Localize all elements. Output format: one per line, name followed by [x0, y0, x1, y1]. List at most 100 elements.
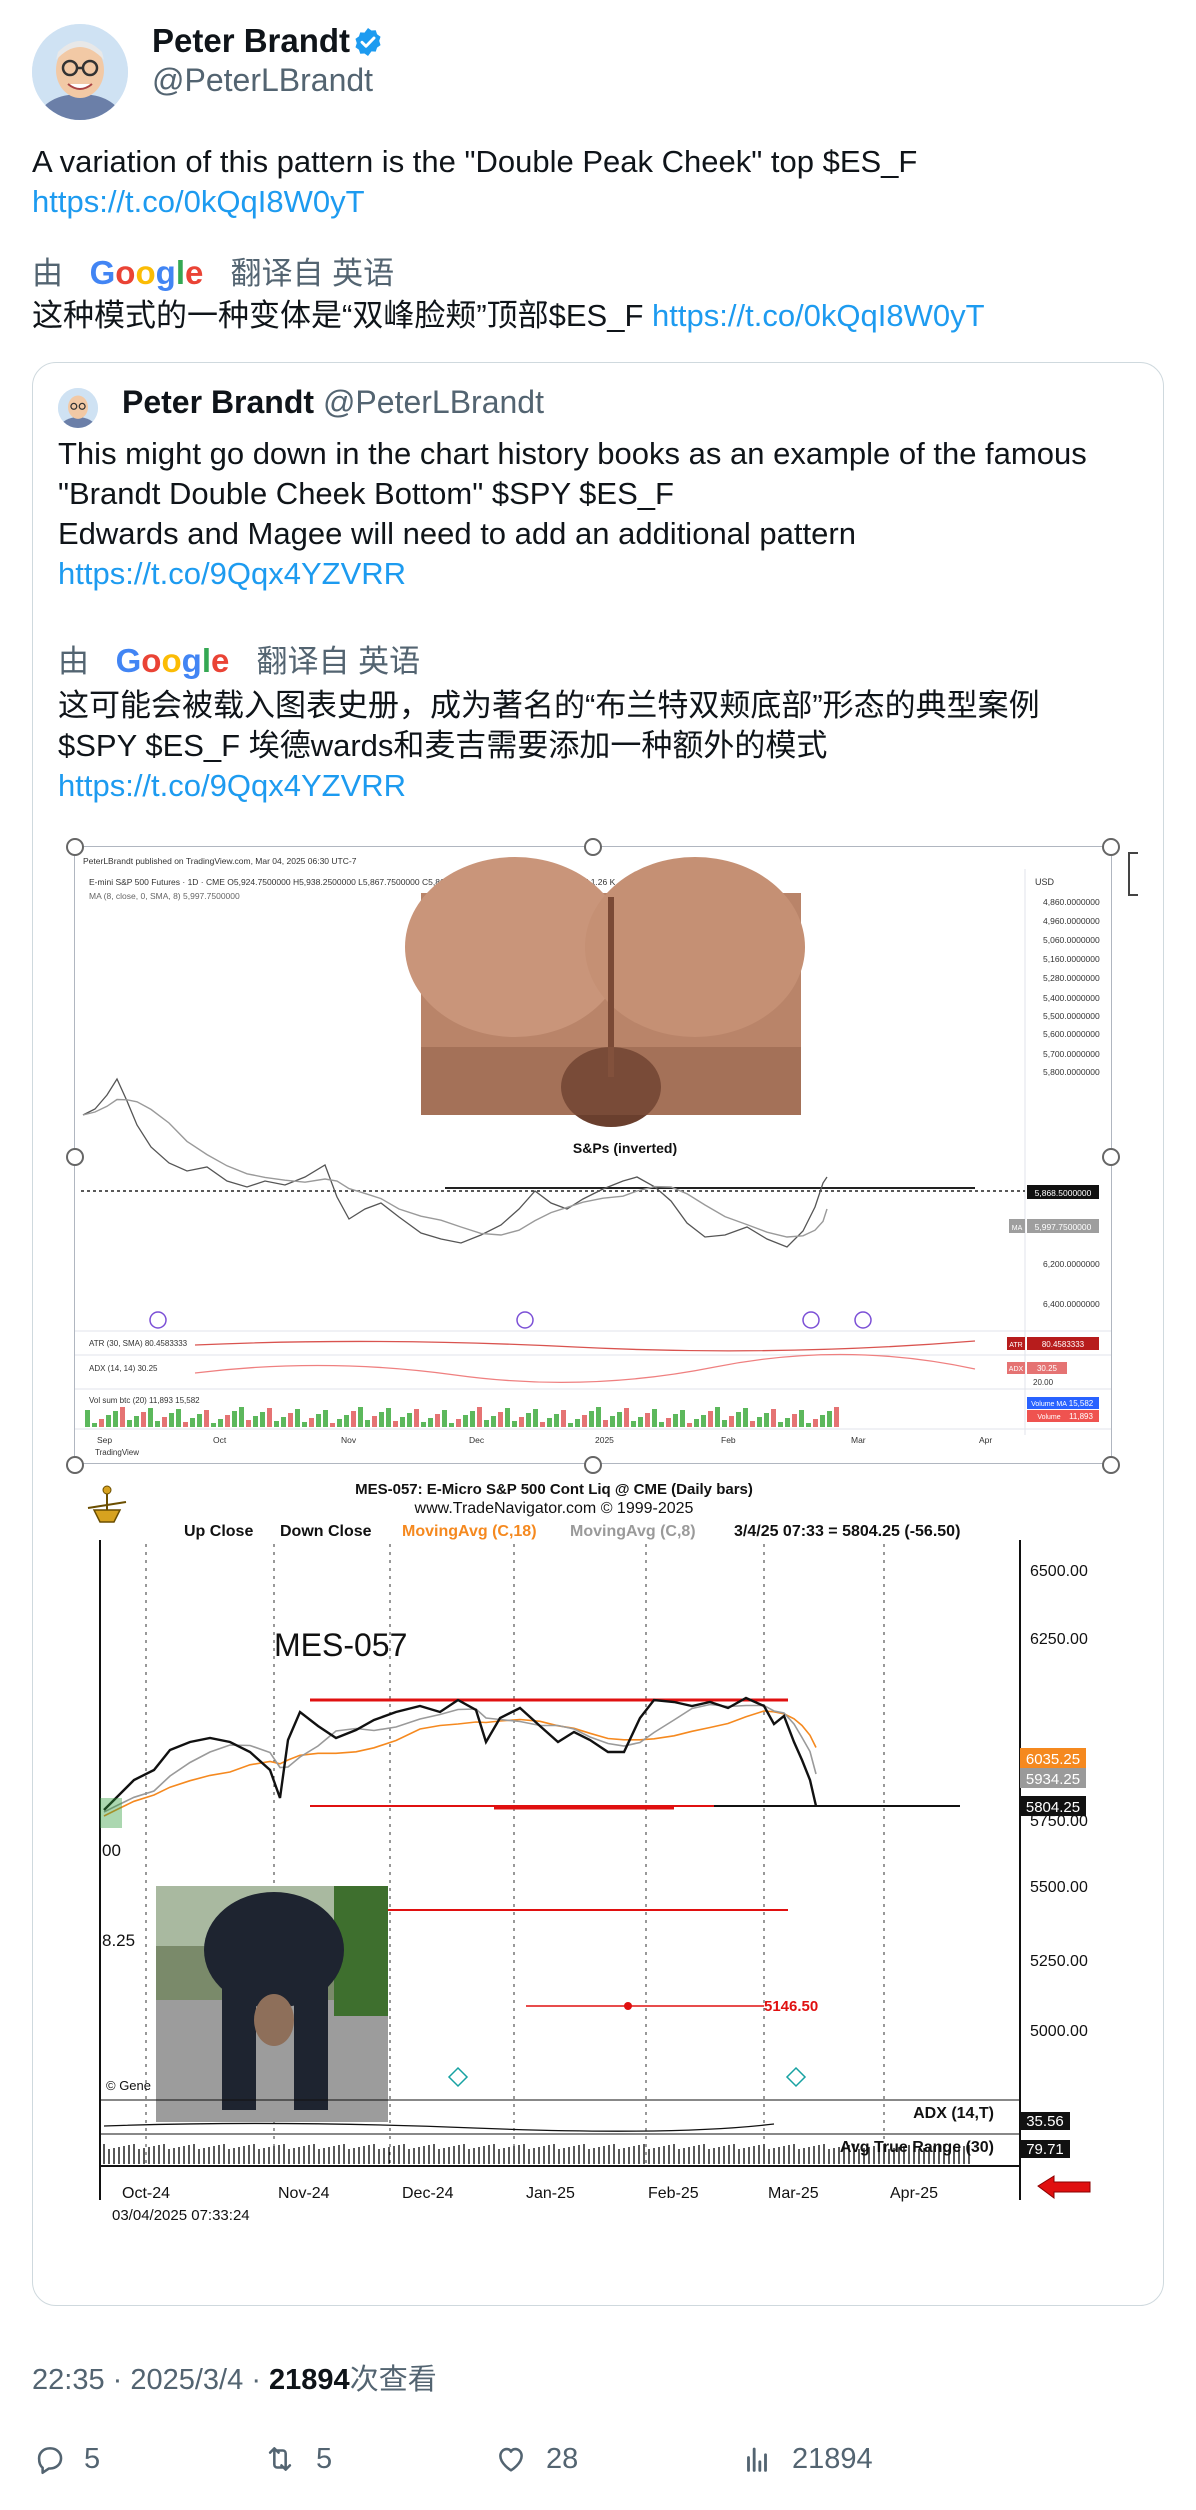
quoted-avatar[interactable] [58, 388, 98, 428]
resize-handle[interactable] [66, 838, 84, 856]
chart1-volume-bar [799, 1410, 804, 1427]
google-logo[interactable]: Google [116, 642, 239, 679]
chart1-volume-bar [603, 1420, 608, 1427]
chart1-ma-tag-label: MA [1012, 1225, 1023, 1232]
chart1-price-label: 5,500.0000000 [1043, 1011, 1100, 1021]
views-button[interactable]: 21894 [740, 2442, 873, 2476]
chart1-volume-bar [778, 1422, 783, 1427]
chart1-volume-bar [512, 1421, 517, 1427]
chart1-price-label: 5,280.0000000 [1043, 973, 1100, 983]
tweet-translated-link[interactable]: https://t.co/0kQqI8W0yT [652, 298, 985, 333]
chart1-volume-bar [288, 1413, 293, 1427]
tweet-time[interactable]: 22:35 [32, 2364, 105, 2396]
chart1-month-label: 2025 [595, 1435, 614, 1445]
chart1-volume-bar [610, 1416, 615, 1427]
chart1-volume-bar [337, 1419, 342, 1427]
chart1-volume-bar [85, 1410, 90, 1427]
resize-handle[interactable] [584, 838, 602, 856]
chart1-volume-bar [456, 1419, 461, 1427]
quoted-author[interactable]: Peter Brandt @PeterLBrandt [122, 384, 544, 421]
chart1-volume-bar [239, 1407, 244, 1427]
avatar-face-icon [32, 24, 128, 120]
tweet-translated: 这种模式的一种变体是“双峰脸颊”顶部$ES_F https://t.co/0kQ… [32, 296, 985, 336]
resize-handle[interactable] [1102, 838, 1120, 856]
tweet-date[interactable]: 2025/3/4 [130, 2364, 243, 2396]
resize-handle[interactable] [66, 1148, 84, 1166]
like-button[interactable]: 28 [494, 2442, 578, 2476]
tradenavigator-chart-image[interactable]: MES-057: E-Micro S&P 500 Cont Liq @ CME … [74, 1480, 1110, 2250]
chart1-price-axis: 4,860.0000000 4,960.0000000 5,060.0000000 5… [1043, 897, 1100, 1309]
chart2-left-label: 00 [102, 1841, 121, 1860]
chart1-month-label: Mar [851, 1435, 866, 1445]
chart1-volume-bar [176, 1409, 181, 1427]
chart2-month-label: Feb-25 [648, 2185, 699, 2202]
chart2-adx-value: 35.56 [1026, 2113, 1064, 2130]
chart1-month-label: Nov [341, 1435, 357, 1445]
chart2-subtitle: www.TradeNavigator.com © 1999-2025 [414, 1500, 694, 1517]
chart1-volume-bar [141, 1412, 146, 1427]
resize-handle[interactable] [1102, 1456, 1120, 1474]
chart1-price-label: 5,060.0000000 [1043, 935, 1100, 945]
crop-bracket [1128, 852, 1138, 896]
inset-photo-2 [156, 1886, 388, 2122]
chart2-ma8-line [103, 1703, 817, 1813]
tradingview-chart: PeterLBrandt published on TradingView.co… [75, 856, 1111, 1457]
quoted-author-name[interactable]: Peter Brandt [122, 384, 314, 420]
chart2-title: MES-057: E-Micro S&P 500 Cont Liq @ CME … [355, 1481, 753, 1498]
tweet-meta: 22:35 · 2025/3/4 · 21894次查看 [32, 2356, 437, 2398]
chart1-volume-bar [526, 1413, 531, 1427]
resize-handle[interactable] [584, 1456, 602, 1474]
chart1-volume-bar [785, 1418, 790, 1427]
chart1-adx-line [194, 1353, 976, 1384]
chart1-volume-bar [806, 1423, 811, 1427]
chart2-target-label: 5146.50 [764, 1998, 818, 2015]
chart1-volume-bar [666, 1418, 671, 1427]
chart1-volume-bar [204, 1410, 209, 1427]
chart1-volume-bar [701, 1415, 706, 1427]
reply-button[interactable]: 5 [32, 2442, 100, 2476]
author-avatar[interactable] [32, 24, 128, 120]
chart1-volume-bar [764, 1413, 769, 1427]
chart1-volume-bar [568, 1423, 573, 1427]
chart2-month-axis: Oct-24 Nov-24 Dec-24 Jan-25 Feb-25 Mar-25 Apr-… [122, 2185, 938, 2202]
resize-handle[interactable] [66, 1456, 84, 1474]
chart2-legend-ma8: MovingAvg (C,8) [570, 1523, 696, 1540]
chart1-volume-bar [477, 1407, 482, 1427]
chart1-month-label: Apr [979, 1435, 992, 1445]
quoted-author-handle[interactable]: @PeterLBrandt [323, 384, 544, 420]
quoted-text-line: "Brandt Double Cheek Bottom" $SPY $ES_F [58, 476, 674, 511]
tweet-text: A variation of this pattern is the "Doub… [32, 144, 918, 179]
tradingview-chart-image[interactable]: PeterLBrandt published on TradingView.co… [74, 846, 1112, 1464]
chart1-volume-bar [498, 1412, 503, 1427]
chart1-volume-bar [99, 1419, 104, 1427]
chart1-volume-bar [113, 1411, 118, 1427]
chart1-volume-bar [813, 1419, 818, 1427]
chart2-legend-quote: 3/4/25 07:33 = 5804.25 (-56.50) [734, 1523, 960, 1540]
chart1-adx-tag-label: ADX [1009, 1366, 1024, 1373]
google-logo[interactable]: Google [90, 254, 213, 291]
tweet-link[interactable]: https://t.co/0kQqI8W0yT [32, 182, 365, 222]
chart1-volume-bar [540, 1422, 545, 1427]
chart1-volume-bar [106, 1415, 111, 1427]
chart1-month-label: Oct [213, 1435, 227, 1445]
quoted-translated-line: 这可能会被载入图表史册，成为著名的“布兰特双颊底部”形态的典型案例 [58, 688, 1040, 723]
chart1-volume-bar [533, 1409, 538, 1427]
chart1-month-label: Feb [721, 1435, 736, 1445]
chart1-ma-line [82, 1098, 828, 1238]
chart1-price-label: 5,400.0000000 [1043, 993, 1100, 1003]
chart2-month-label: Nov-24 [278, 2185, 330, 2202]
resize-handle[interactable] [1102, 1148, 1120, 1166]
chart1-volume-bar [519, 1417, 524, 1427]
views-count: 21894 [269, 2364, 350, 2396]
translation-suffix: 翻译自 英语 [230, 256, 395, 291]
chart1-volume-bar [267, 1408, 272, 1427]
author-name[interactable]: Peter Brandt [152, 22, 350, 60]
quoted-translated-link[interactable]: https://t.co/9Qqx4YZVRR [58, 766, 406, 806]
chart2-month-label: Jan-25 [526, 2185, 575, 2202]
chart1-volume-bar [561, 1410, 566, 1427]
retweet-button[interactable]: 5 [262, 2442, 332, 2476]
author-handle[interactable]: @PeterLBrandt [152, 62, 373, 99]
quoted-link[interactable]: https://t.co/9Qqx4YZVRR [58, 554, 406, 594]
chart1-price-label: 5,800.0000000 [1043, 1067, 1100, 1077]
chart2-copyright: © Gene [106, 2078, 151, 2093]
